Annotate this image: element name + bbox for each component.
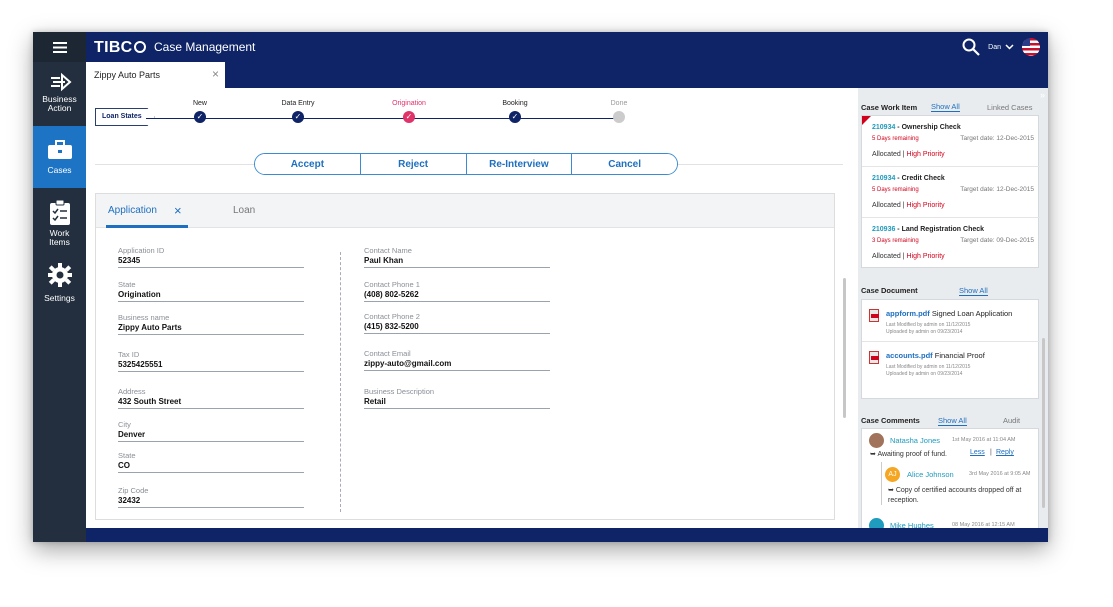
- thread-line: [881, 462, 882, 505]
- document-item[interactable]: accounts.pdf Financial Proof Last Modifi…: [862, 342, 1040, 384]
- check-icon: ✓: [403, 111, 415, 123]
- comment-text: ➥ Awaiting proof of fund.: [870, 451, 947, 458]
- top-bar: TIBC Case Management Dan: [86, 32, 1048, 62]
- work-items-list: 210934 - Ownership Check 5 Days remainin…: [861, 115, 1040, 269]
- application-form: Application × Loan Application ID 52345 S…: [95, 193, 835, 520]
- column-divider: [340, 252, 341, 512]
- document-item[interactable]: appform.pdf Signed Loan Application Last…: [862, 300, 1040, 342]
- field-business-description[interactable]: Business Description Retail: [364, 387, 550, 409]
- pdf-icon: [869, 309, 879, 322]
- close-icon[interactable]: ×: [212, 67, 219, 81]
- clipboard-icon: [49, 200, 70, 225]
- avatar: [869, 433, 884, 448]
- active-tab-indicator: [106, 225, 188, 228]
- field-business-name[interactable]: Business name Zippy Auto Parts: [118, 313, 304, 335]
- loan-states-label: Loan States: [95, 108, 155, 126]
- check-icon: ✓: [509, 111, 521, 123]
- sidebar: Business Action Cases Work Items Setting…: [33, 32, 86, 542]
- form-tabs: Application × Loan: [96, 194, 834, 228]
- field-city[interactable]: City Denver: [118, 420, 304, 442]
- field-state-code[interactable]: State CO: [118, 451, 304, 473]
- action-button-group: Accept Reject Re-Interview Cancel: [254, 153, 678, 175]
- avatar: AJ: [885, 467, 900, 482]
- re-interview-button[interactable]: Re-Interview: [466, 154, 573, 174]
- field-state[interactable]: State Origination: [118, 280, 304, 302]
- business-action-icon: [50, 72, 72, 92]
- brand-logo: TIBC: [94, 39, 146, 57]
- footer-bar: [86, 528, 1048, 542]
- case-tab[interactable]: Zippy Auto Parts ×: [86, 62, 225, 88]
- reject-button[interactable]: Reject: [360, 154, 467, 174]
- less-link[interactable]: Less: [970, 449, 985, 456]
- audit-tab[interactable]: Audit: [1003, 416, 1020, 425]
- pdf-icon: [869, 351, 879, 364]
- work-items-show-all[interactable]: Show All: [931, 102, 960, 112]
- cancel-button[interactable]: Cancel: [572, 154, 677, 174]
- case-tab-strip: Zippy Auto Parts ×: [86, 62, 1048, 88]
- field-contact-name[interactable]: Contact Name Paul Khan: [364, 246, 550, 268]
- user-area: Dan: [962, 38, 1040, 56]
- user-name: Dan: [988, 43, 1001, 51]
- check-icon: ✓: [194, 111, 206, 123]
- hamburger-menu-icon[interactable]: [33, 32, 86, 62]
- comments-title: Case Comments: [861, 416, 920, 425]
- tab-application[interactable]: Application: [108, 205, 157, 216]
- collapse-panel-icon[interactable]: »: [1040, 90, 1045, 100]
- case-tab-label: Zippy Auto Parts: [94, 70, 161, 80]
- work-items-title: Case Work Item: [861, 103, 918, 112]
- user-menu[interactable]: Dan: [988, 44, 1014, 51]
- main-content: Loan States New ✓ Data Entry ✓ Origination…: [86, 88, 858, 528]
- field-contact-phone-2[interactable]: Contact Phone 2 (415) 832-5200: [364, 312, 550, 334]
- step-data-entry: Data Entry ✓: [281, 100, 315, 123]
- pending-dot: [613, 111, 625, 123]
- field-contact-phone-1[interactable]: Contact Phone 1 (408) 802-5262: [364, 280, 550, 302]
- work-item[interactable]: 210934 - Ownership Check 5 Days remainin…: [862, 116, 1040, 167]
- gear-icon: [47, 263, 72, 287]
- chevron-down-icon: [1005, 44, 1014, 50]
- step-new: New ✓: [192, 100, 207, 123]
- briefcase-icon: [47, 140, 72, 159]
- comment-text: ➥ Copy of certified accounts dropped off…: [888, 487, 1022, 504]
- field-application-id[interactable]: Application ID 52345: [118, 246, 304, 268]
- documents-show-all[interactable]: Show All: [959, 286, 988, 296]
- scrollbar[interactable]: [843, 278, 846, 418]
- search-icon[interactable]: [962, 38, 980, 56]
- sidebar-item-settings[interactable]: Settings: [33, 258, 86, 314]
- linked-cases-tab[interactable]: Linked Cases: [987, 103, 1032, 112]
- documents-list: appform.pdf Signed Loan Application Last…: [861, 299, 1040, 399]
- field-tax-id[interactable]: Tax ID 5325425551: [118, 350, 304, 372]
- field-address[interactable]: Address 432 South Street: [118, 387, 304, 409]
- field-zip-code[interactable]: Zip Code 32432: [118, 486, 304, 508]
- step-origination: Origination ✓: [392, 100, 426, 123]
- comments-list: Natasha Jones 1st May 2016 at 11:04 AM ➥…: [861, 428, 1039, 538]
- work-item[interactable]: 210934 - Credit Check 5 Days remaining T…: [862, 167, 1040, 218]
- product-name: Case Management: [154, 40, 256, 54]
- app-window: Business Action Cases Work Items Setting…: [33, 32, 1048, 542]
- us-flag-icon[interactable]: [1022, 38, 1040, 56]
- step-done: Done: [589, 100, 649, 123]
- work-item[interactable]: 210936 - Land Registration Check 3 Days …: [862, 218, 1040, 269]
- sidebar-item-cases[interactable]: Cases: [33, 126, 86, 188]
- reply-link[interactable]: Reply: [996, 449, 1014, 456]
- field-contact-email[interactable]: Contact Email zippy-auto@gmail.com: [364, 349, 550, 371]
- panel-scrollbar[interactable]: [1042, 338, 1045, 508]
- step-booking: Booking ✓: [502, 100, 528, 123]
- sidebar-item-business-action[interactable]: Business Action: [33, 62, 86, 124]
- accept-button[interactable]: Accept: [255, 154, 361, 174]
- close-icon[interactable]: ×: [174, 203, 182, 218]
- tab-loan[interactable]: Loan: [233, 205, 255, 216]
- documents-title: Case Document: [861, 286, 918, 295]
- check-icon: ✓: [292, 111, 304, 123]
- comments-show-all[interactable]: Show All: [938, 416, 967, 426]
- right-panel: » Case Work Item Show All Linked Cases 2…: [858, 88, 1048, 538]
- sidebar-item-work-items[interactable]: Work Items: [33, 192, 86, 250]
